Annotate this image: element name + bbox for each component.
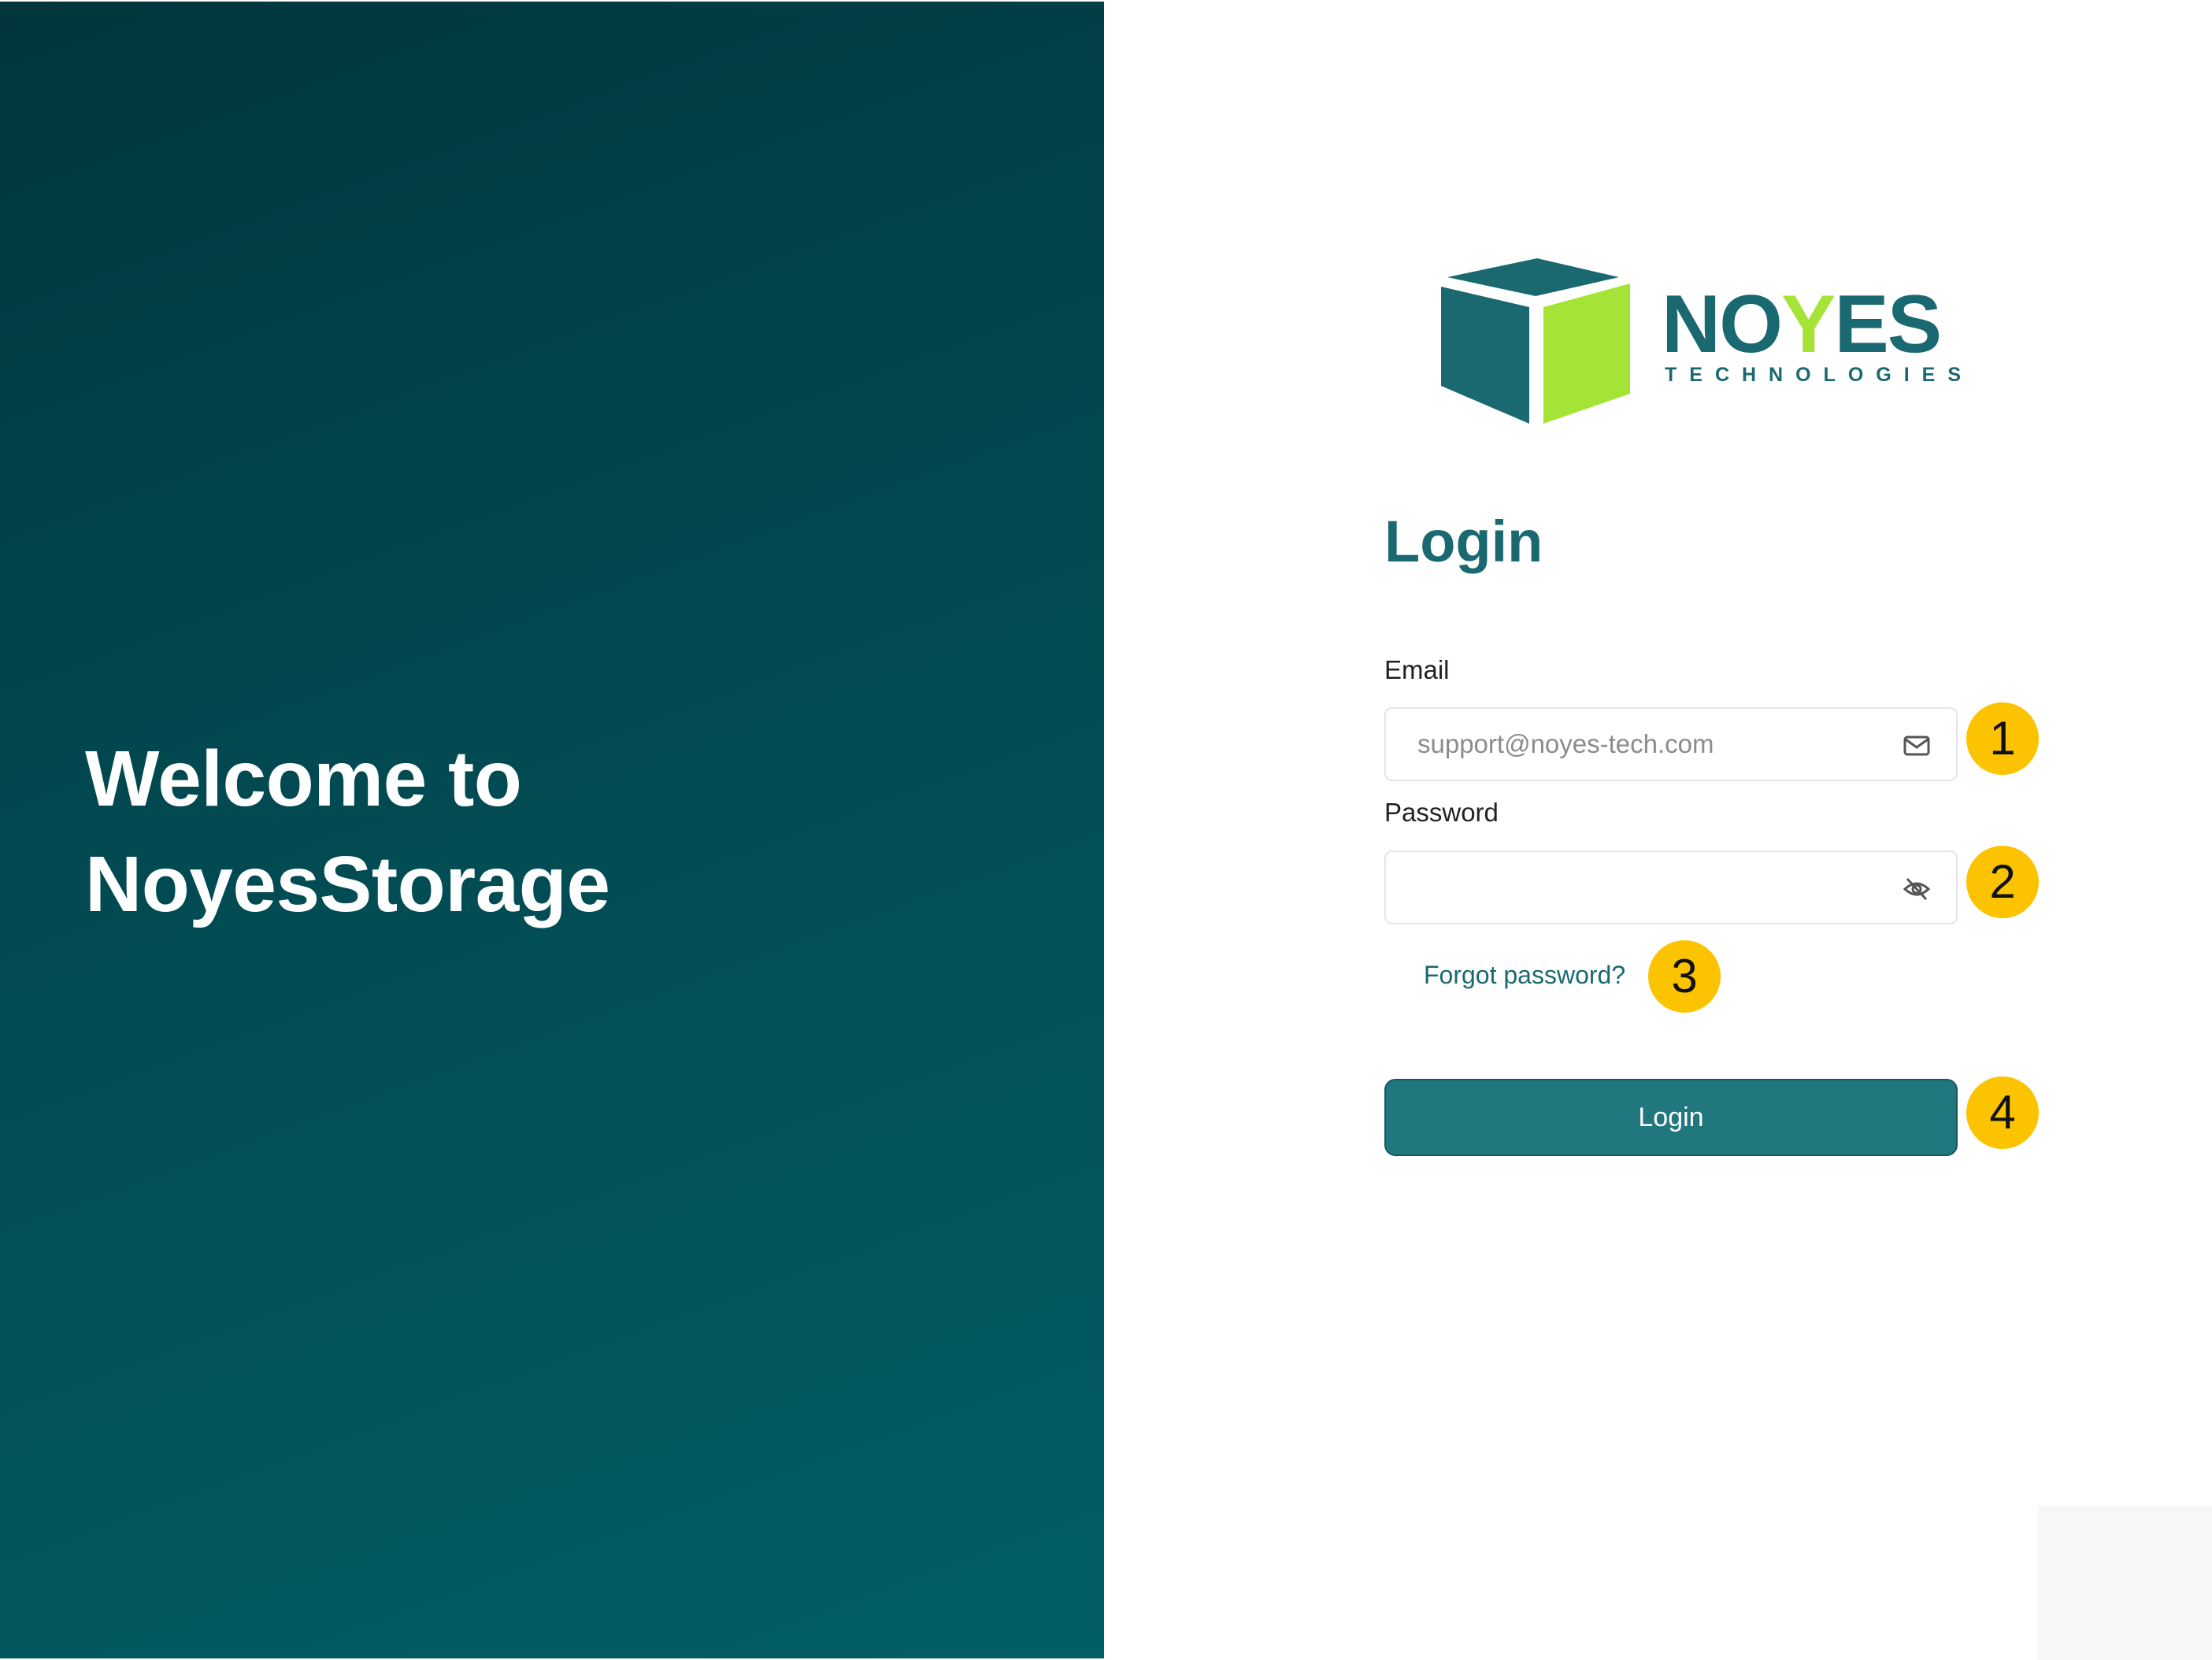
welcome-heading: Welcome to NoyesStorage [85,726,610,937]
corner-panel [2038,1506,2212,1660]
logo-word-accent: Y [1781,279,1836,370]
logo-word-left: NO [1662,279,1783,370]
step-marker-4: 4 [1966,1076,2039,1149]
step-marker-3: 3 [1648,940,1721,1013]
email-field[interactable]: support@noyes-tech.com [1384,707,1958,781]
login-title: Login [1384,509,1543,574]
password-label: Password [1384,798,1499,827]
logo-wordmark: NOYES [1662,283,1942,365]
eye-off-icon[interactable] [1903,876,1931,902]
login-page: Welcome to NoyesStorage NOYES TECHNOLOGI… [0,0,2212,1660]
welcome-panel: Welcome to NoyesStorage [0,2,1104,1658]
cube-logo-icon [1441,258,1630,424]
logo-subtitle: TECHNOLOGIES [1665,364,1974,386]
step-marker-2: 2 [1966,846,2039,918]
login-button[interactable]: Login [1384,1079,1958,1156]
logo-word-right: ES [1834,279,1942,370]
noyes-logo: NOYES TECHNOLOGIES [1441,252,1961,433]
forgot-password-link[interactable]: Forgot password? [1424,961,1625,990]
password-field[interactable] [1384,850,1958,924]
welcome-line-2: NoyesStorage [85,840,610,928]
email-placeholder: support@noyes-tech.com [1417,729,1714,758]
email-label: Email [1384,655,1450,684]
step-marker-1: 1 [1966,702,2039,775]
welcome-line-1: Welcome to [85,735,522,823]
mail-icon [1903,736,1930,756]
